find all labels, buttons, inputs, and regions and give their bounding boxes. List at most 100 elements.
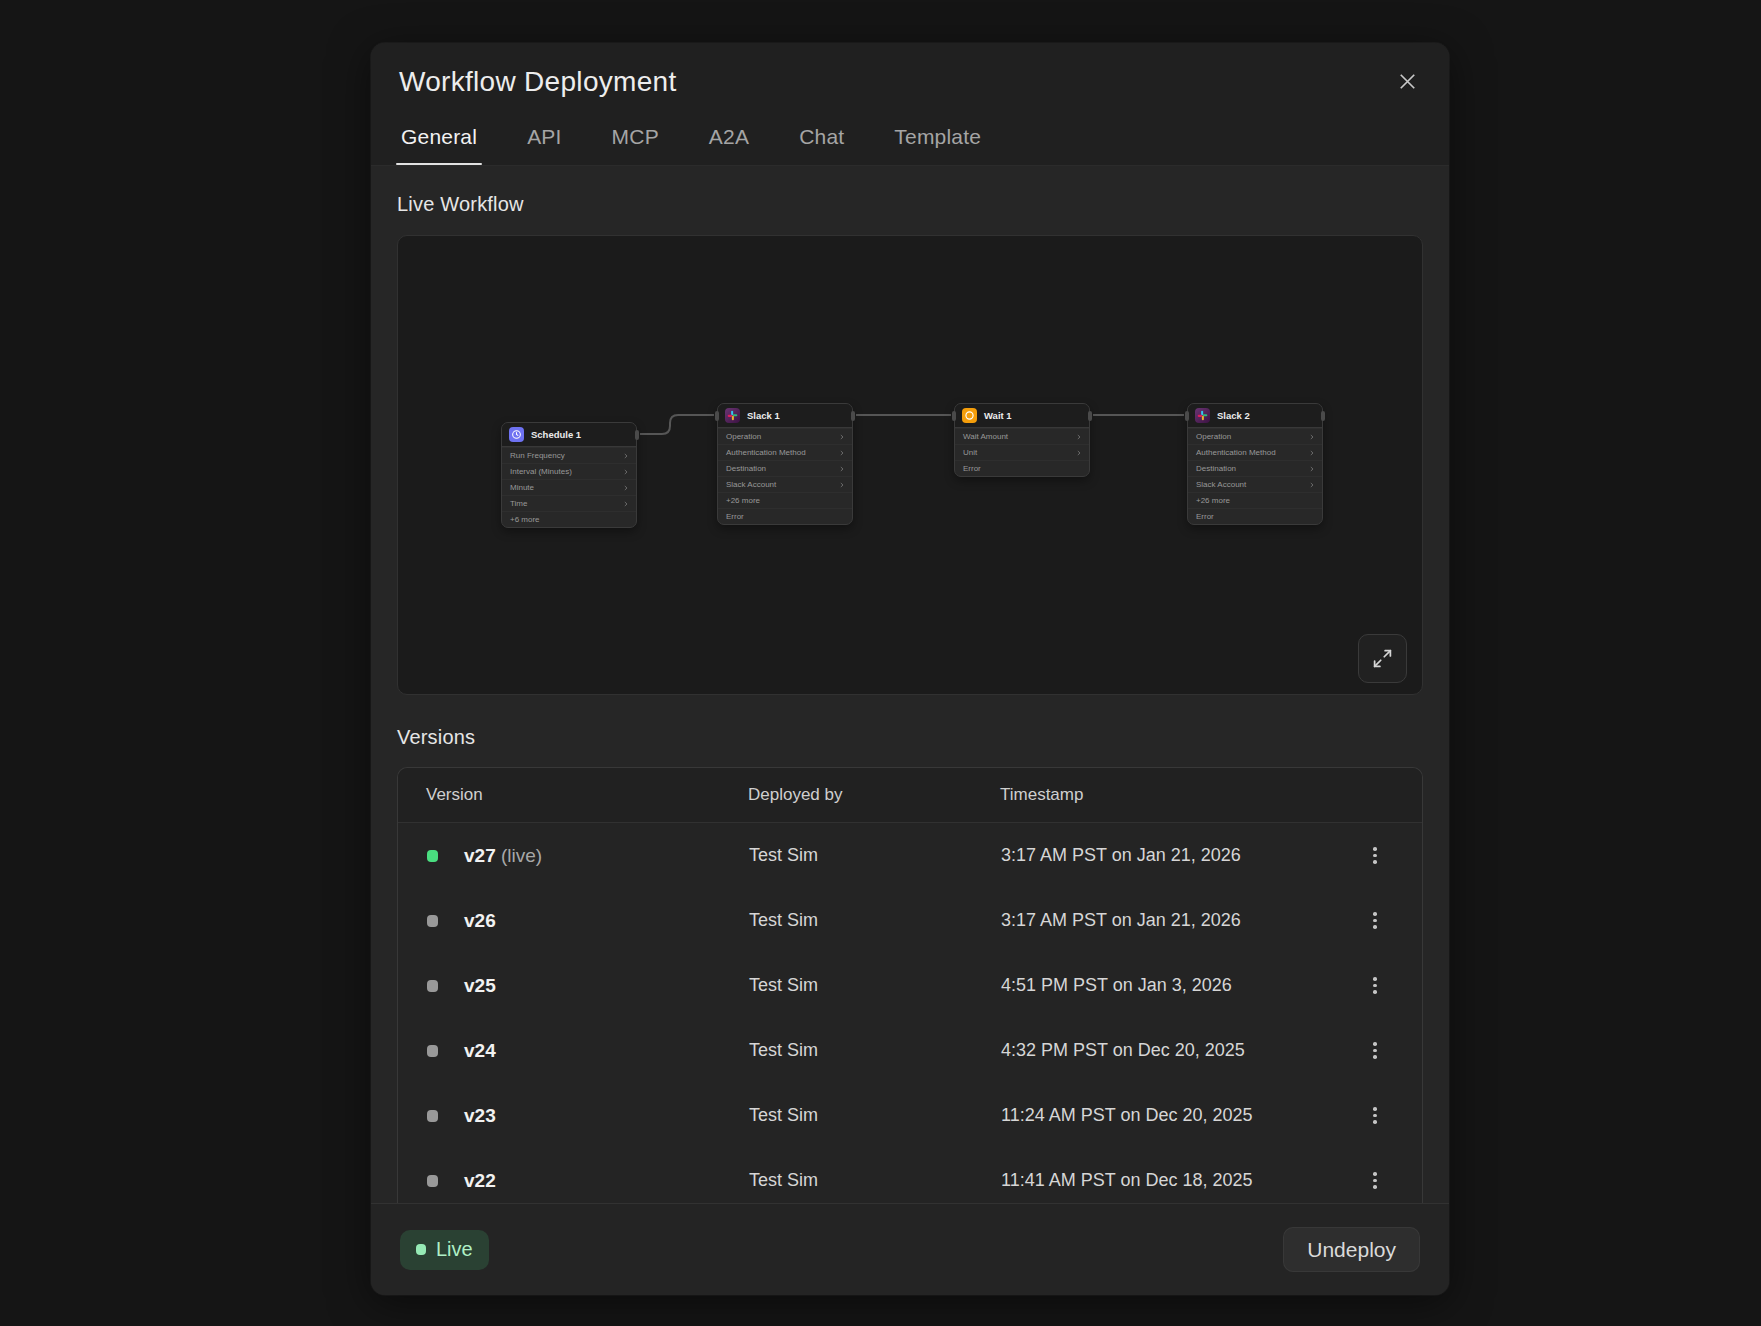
node-field: +6 more [502, 511, 636, 527]
modal-title: Workflow Deployment [399, 67, 677, 97]
node-title: Wait 1 [984, 410, 1012, 421]
version-menu-button[interactable] [1362, 1103, 1388, 1129]
node-handle-right[interactable] [635, 430, 639, 440]
expand-workflow-button[interactable] [1358, 634, 1407, 683]
workflow-node-wait-1[interactable]: Wait 1 Wait AmountUnitError [954, 403, 1090, 477]
workflow-node-slack-1[interactable]: Slack 1OperationAuthentication MethodDes… [717, 403, 853, 525]
version-row-v25: v25Test Sim4:51 PM PST on Jan 3, 2026 [398, 953, 1422, 1018]
tab-mcp[interactable]: MCP [610, 125, 661, 165]
node-handle-right[interactable] [851, 411, 855, 421]
live-workflow-heading: Live Workflow [397, 192, 1423, 217]
node-handle-left[interactable] [1185, 411, 1189, 421]
node-field: Error [955, 460, 1089, 476]
version-menu-button[interactable] [1362, 973, 1388, 999]
chevron-right-icon [1310, 450, 1314, 456]
version-name: v26 [464, 910, 749, 932]
node-header: Schedule 1 [502, 423, 636, 447]
chevron-right-icon [1310, 434, 1314, 440]
slack-logo-icon [725, 408, 740, 423]
version-row-v27: v27 (live)Test Sim3:17 AM PST on Jan 21,… [398, 823, 1422, 888]
chevron-right-icon [840, 482, 844, 488]
tab-a2a[interactable]: A2A [707, 125, 751, 165]
node-field: Interval (Minutes) [502, 463, 636, 479]
tab-api[interactable]: API [525, 125, 563, 165]
chevron-right-icon [1077, 434, 1081, 440]
node-header: Slack 2 [1188, 404, 1322, 428]
node-header: Slack 1 [718, 404, 852, 428]
version-deployed-by: Test Sim [749, 910, 1001, 931]
expand-icon [1372, 648, 1393, 669]
version-menu-button[interactable] [1362, 1168, 1388, 1194]
version-name: v27 (live) [464, 845, 749, 867]
workflow-canvas[interactable]: Schedule 1Run FrequencyInterval (Minutes… [397, 235, 1423, 695]
version-status-dot [427, 1045, 438, 1057]
wait-clock-icon [962, 408, 977, 423]
node-field: Operation [1188, 428, 1322, 444]
modal-content: Live Workflow Schedule 1Run FrequencyInt… [371, 166, 1449, 1203]
node-field: Minute [502, 479, 636, 495]
version-menu-button[interactable] [1362, 843, 1388, 869]
node-field: Operation [718, 428, 852, 444]
version-timestamp: 3:17 AM PST on Jan 21, 2026 [1001, 910, 1362, 931]
version-timestamp: 3:17 AM PST on Jan 21, 2026 [1001, 845, 1362, 866]
tab-bar: General API MCP A2A Chat Template [399, 125, 1421, 165]
versions-heading: Versions [397, 725, 1423, 750]
schedule-clock-icon [509, 427, 524, 442]
node-handle-left[interactable] [952, 411, 956, 421]
version-row-v22: v22Test Sim11:41 AM PST on Dec 18, 2025 [398, 1148, 1422, 1203]
chevron-right-icon [624, 501, 628, 507]
version-status-dot [427, 850, 438, 862]
node-handle-right[interactable] [1088, 411, 1092, 421]
undeploy-button[interactable]: Undeploy [1283, 1227, 1420, 1272]
tab-general[interactable]: General [399, 125, 479, 165]
version-name: v25 [464, 975, 749, 997]
workflow-node-schedule-1[interactable]: Schedule 1Run FrequencyInterval (Minutes… [501, 422, 637, 528]
version-timestamp: 4:51 PM PST on Jan 3, 2026 [1001, 975, 1362, 996]
live-status-badge: Live [400, 1230, 489, 1270]
column-header-deployed-by: Deployed by [748, 785, 1000, 805]
version-status-dot [427, 980, 438, 992]
version-name: v22 [464, 1170, 749, 1192]
version-menu-button[interactable] [1362, 908, 1388, 934]
live-status-dot [416, 1244, 426, 1255]
version-name: v24 [464, 1040, 749, 1062]
version-row-v24: v24Test Sim4:32 PM PST on Dec 20, 2025 [398, 1018, 1422, 1083]
version-name: v23 [464, 1105, 749, 1127]
close-button[interactable] [1394, 68, 1421, 95]
node-field: Unit [955, 444, 1089, 460]
tab-template[interactable]: Template [892, 125, 983, 165]
version-timestamp: 4:32 PM PST on Dec 20, 2025 [1001, 1040, 1362, 1061]
chevron-right-icon [1310, 482, 1314, 488]
modal-footer: Live Undeploy [371, 1203, 1449, 1295]
versions-table-header: Version Deployed by Timestamp [398, 768, 1422, 823]
chevron-right-icon [624, 485, 628, 491]
chevron-right-icon [1077, 450, 1081, 456]
node-field: Slack Account [1188, 476, 1322, 492]
chevron-right-icon [1310, 466, 1314, 472]
slack-logo-icon [1195, 408, 1210, 423]
node-field: +26 more [1188, 492, 1322, 508]
column-header-timestamp: Timestamp [1000, 785, 1083, 805]
column-header-version: Version [426, 785, 748, 805]
node-title: Slack 1 [747, 410, 780, 421]
node-handle-left[interactable] [715, 411, 719, 421]
node-field: Destination [718, 460, 852, 476]
node-field: Authentication Method [1188, 444, 1322, 460]
tab-chat[interactable]: Chat [797, 125, 846, 165]
workflow-deployment-modal: Workflow Deployment General API MCP A2A Chat… [371, 43, 1449, 1295]
node-field: Wait Amount [955, 428, 1089, 444]
version-menu-button[interactable] [1362, 1038, 1388, 1064]
live-status-label: Live [436, 1238, 473, 1261]
version-timestamp: 11:24 AM PST on Dec 20, 2025 [1001, 1105, 1362, 1126]
version-deployed-by: Test Sim [749, 1170, 1001, 1191]
node-field: Slack Account [718, 476, 852, 492]
chevron-right-icon [624, 469, 628, 475]
node-title: Slack 2 [1217, 410, 1250, 421]
chevron-right-icon [840, 450, 844, 456]
version-status-dot [427, 1110, 438, 1122]
workflow-node-slack-2[interactable]: Slack 2OperationAuthentication MethodDes… [1187, 403, 1323, 525]
chevron-right-icon [840, 466, 844, 472]
close-icon [1394, 68, 1421, 95]
node-handle-right[interactable] [1321, 411, 1325, 421]
version-row-v26: v26Test Sim3:17 AM PST on Jan 21, 2026 [398, 888, 1422, 953]
